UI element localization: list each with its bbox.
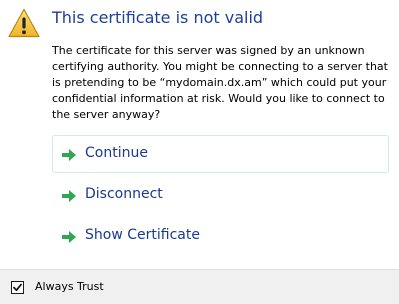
disconnect-button[interactable]: Disconnect (52, 176, 389, 214)
always-trust-label[interactable]: Always Trust (35, 280, 104, 293)
checkmark-icon (13, 283, 22, 292)
green-arrow-icon (62, 190, 76, 202)
green-arrow-icon (62, 231, 76, 243)
disconnect-label: Disconnect (85, 186, 163, 202)
continue-label: Continue (85, 145, 148, 161)
always-trust-checkbox[interactable] (11, 281, 24, 294)
certificate-warning-dialog: This certificate is not valid The certif… (0, 0, 399, 304)
dialog-message: The certificate for this server was sign… (52, 44, 388, 121)
warning-icon (8, 8, 40, 38)
dialog-footer: Always Trust (0, 269, 399, 304)
show-certificate-label: Show Certificate (85, 227, 200, 243)
dialog-title: This certificate is not valid (52, 8, 264, 27)
green-arrow-icon (62, 149, 76, 161)
continue-button[interactable]: Continue (52, 135, 389, 173)
command-links: Continue Disconnect Show Certificate (52, 135, 389, 258)
show-certificate-button[interactable]: Show Certificate (52, 217, 389, 255)
